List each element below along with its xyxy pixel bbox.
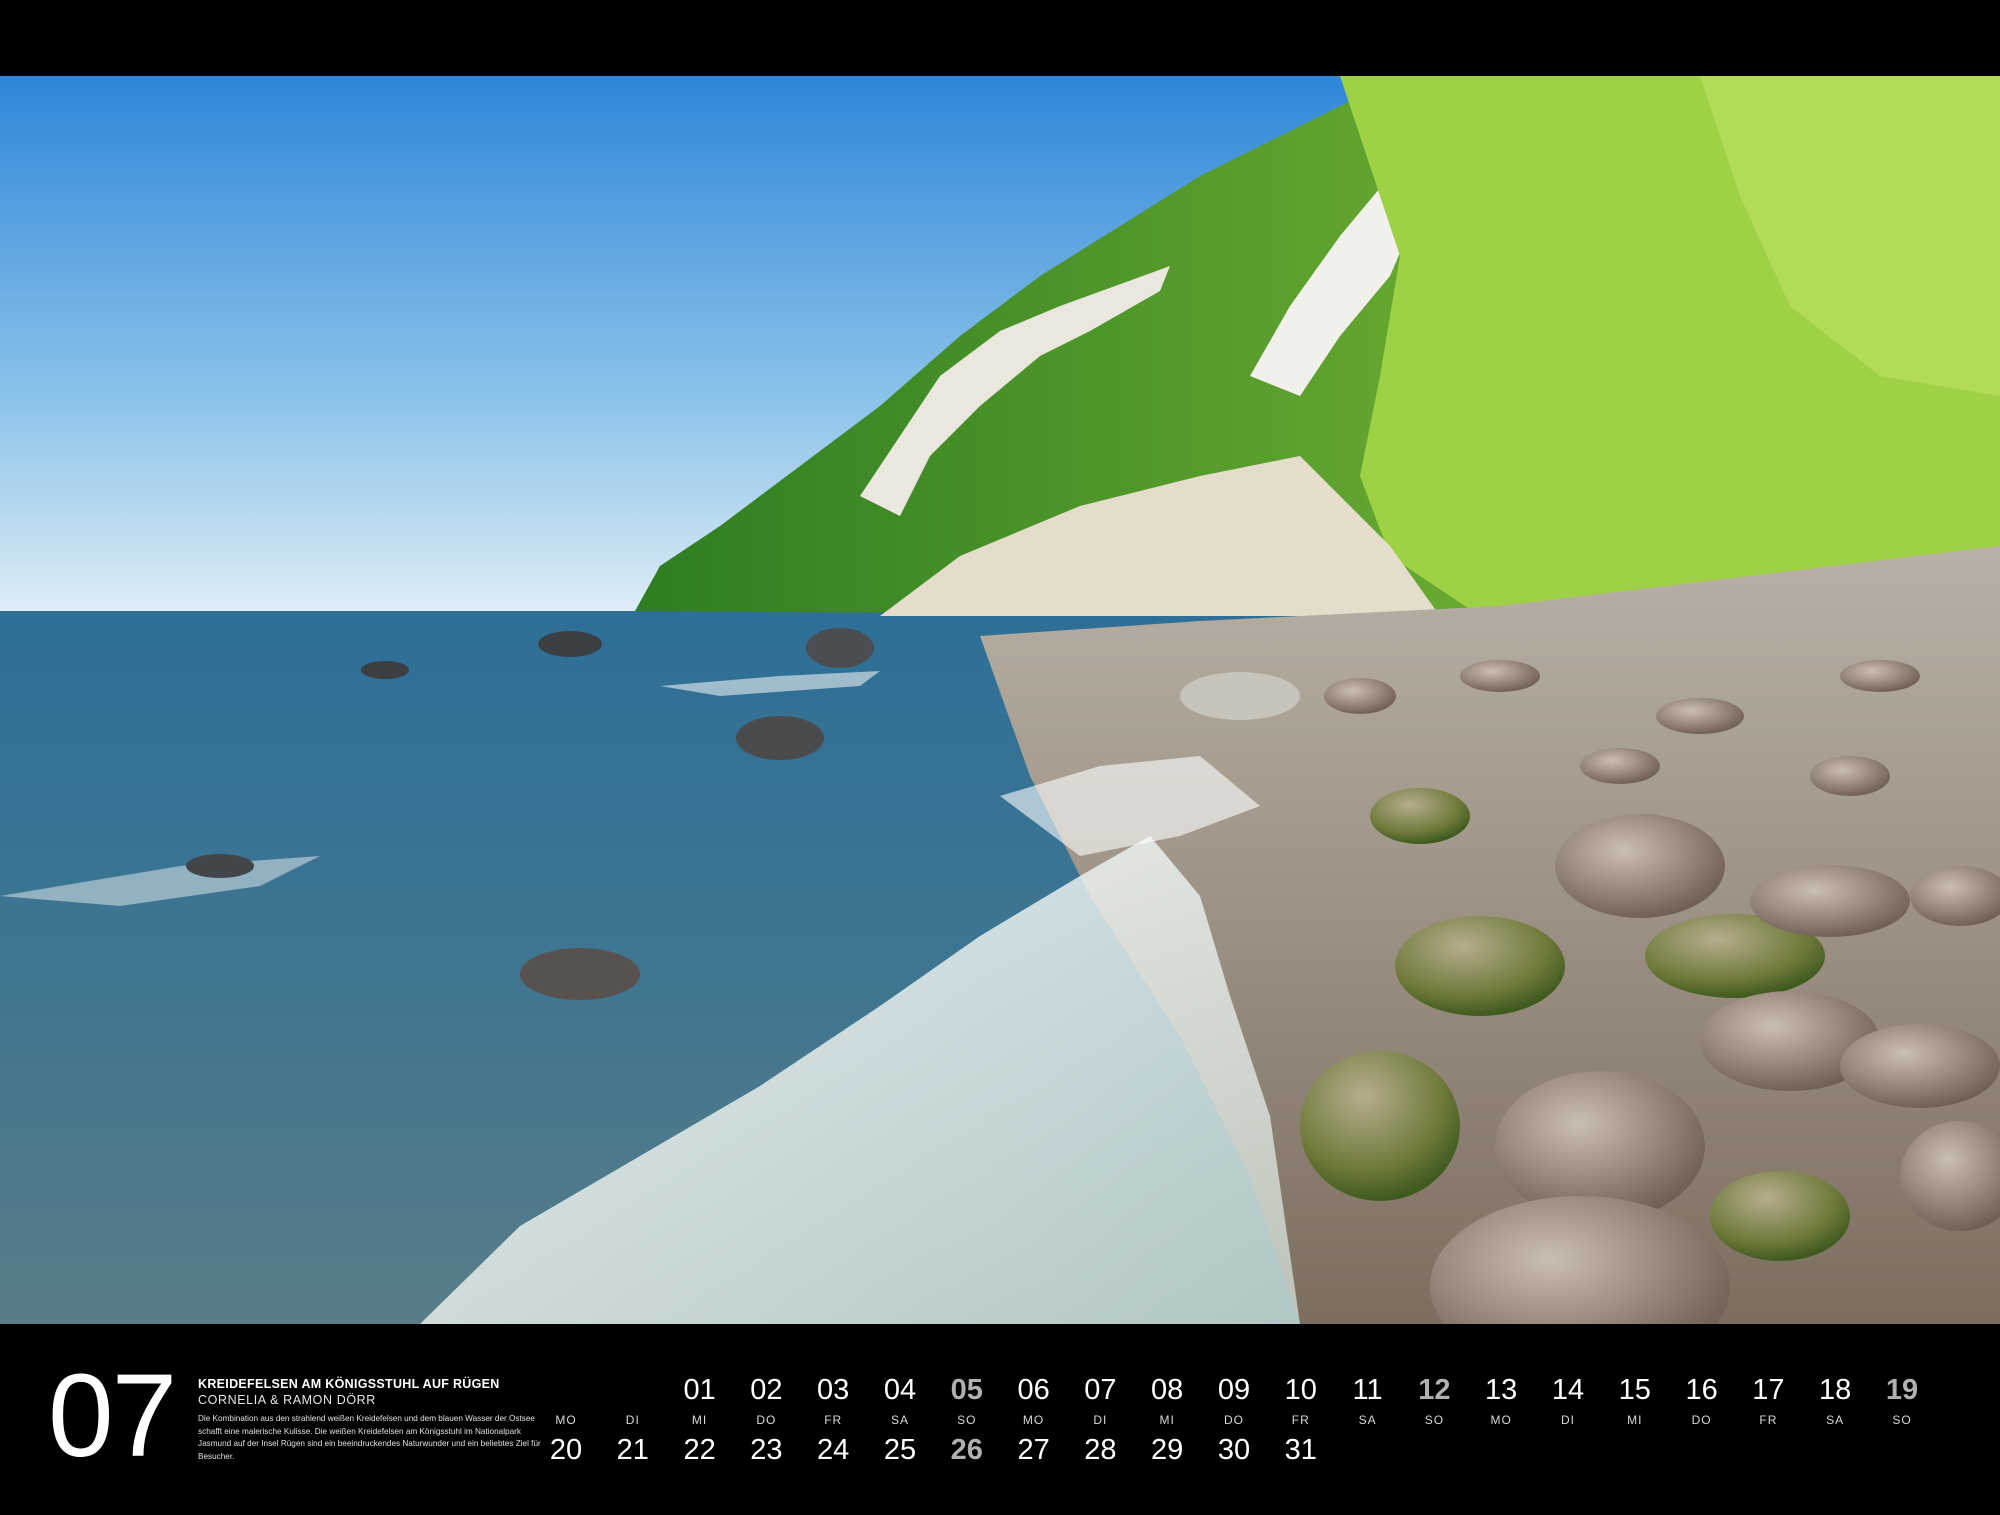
photo-caption: KREIDEFELSEN AM KÖNIGSSTUHL AUF RÜGEN CO… — [198, 1377, 543, 1464]
calendar-day: 27 — [1004, 1436, 1064, 1465]
weekday-label: MO — [1490, 1413, 1512, 1427]
calendar-day: 02 — [736, 1376, 796, 1405]
day-number: 11 — [1352, 1374, 1383, 1406]
day-number: 31 — [1284, 1434, 1317, 1466]
weekday-label: DO — [1691, 1413, 1712, 1427]
day-number: 27 — [1017, 1434, 1050, 1466]
day-number: 08 — [1151, 1374, 1184, 1406]
calendar-day: 08 — [1137, 1376, 1197, 1405]
day-number: 19 — [1885, 1374, 1919, 1406]
calendar-day: 21 — [603, 1436, 663, 1465]
photo-title: KREIDEFELSEN AM KÖNIGSSTUHL AUF RÜGEN — [198, 1377, 500, 1391]
weekday-label: DO — [756, 1413, 777, 1427]
day-number: 01 — [683, 1374, 716, 1406]
day-number: 25 — [883, 1434, 917, 1466]
weekday-label: SA — [890, 1413, 909, 1427]
calendar-day: 15 — [1605, 1376, 1665, 1405]
day-number: 20 — [549, 1434, 583, 1466]
calendar-day: 30 — [1204, 1436, 1264, 1465]
calendar-day: 07 — [1070, 1376, 1130, 1405]
weekday-label: SA — [1826, 1413, 1845, 1427]
calendar-day: 03 — [803, 1376, 863, 1405]
weekday-label: SA — [1358, 1413, 1377, 1427]
calendar-day: 29 — [1137, 1436, 1197, 1465]
calendar-day: 17 — [1738, 1376, 1798, 1405]
day-number: 22 — [683, 1434, 716, 1466]
day-number: 17 — [1752, 1374, 1785, 1406]
weekday-label: FR — [824, 1413, 843, 1427]
calendar-day: 28 — [1070, 1436, 1130, 1465]
calendar-day: 14 — [1538, 1376, 1598, 1405]
weekday-label: MO — [555, 1413, 577, 1427]
day-number: 09 — [1217, 1374, 1251, 1406]
weekday-label: MO — [1022, 1413, 1045, 1427]
day-number: 02 — [750, 1374, 783, 1406]
weekday-label: FR — [1291, 1413, 1310, 1427]
day-number: 23 — [750, 1434, 783, 1466]
calendar-day: 24 — [803, 1436, 863, 1465]
calendar-day: 26 — [937, 1436, 997, 1465]
month-number: 07 — [48, 1350, 177, 1482]
calendar-day: 06 — [1004, 1376, 1064, 1405]
calendar-day: 22 — [670, 1436, 730, 1465]
day-number: 12 — [1418, 1374, 1451, 1406]
weekday-label: DI — [1561, 1413, 1575, 1427]
weekday-label: SO — [1424, 1413, 1445, 1427]
calendar-day: 04 — [870, 1376, 930, 1405]
landscape-photo — [0, 76, 2000, 1324]
calendar-day: 31 — [1271, 1436, 1331, 1465]
calendar-day: 23 — [736, 1436, 796, 1465]
day-number: 29 — [1151, 1434, 1184, 1466]
calendar-day: 11 — [1338, 1376, 1398, 1405]
calendar-day: 16 — [1672, 1376, 1732, 1405]
calendar-day: 10 — [1271, 1376, 1331, 1405]
day-number: 21 — [616, 1434, 649, 1466]
calendar-day: 12 — [1404, 1376, 1464, 1405]
day-number: 10 — [1284, 1374, 1317, 1406]
day-number: 07 — [1084, 1374, 1117, 1406]
chalk-cliffs-coast-image — [0, 76, 2000, 1324]
day-number: 16 — [1685, 1374, 1718, 1406]
calendar-day: 20 — [536, 1436, 596, 1465]
weekday-label: SO — [957, 1413, 977, 1427]
calendar-day: 05 — [937, 1376, 997, 1405]
top-black-band — [0, 0, 2000, 76]
day-number: 26 — [950, 1434, 983, 1466]
calendar-day: 25 — [870, 1436, 930, 1465]
weekday-label: FR — [1759, 1413, 1778, 1427]
weekday-label: MI — [691, 1413, 708, 1427]
day-number: 14 — [1551, 1374, 1585, 1406]
day-number: 05 — [950, 1374, 983, 1406]
calendar-day: 18 — [1805, 1376, 1865, 1405]
calendar-day: 13 — [1471, 1376, 1531, 1405]
day-number: 03 — [817, 1374, 850, 1406]
weekday-label: DI — [625, 1413, 640, 1427]
calendar-day: 09 — [1204, 1376, 1264, 1405]
weekday-label: MI — [1159, 1413, 1175, 1427]
weekday-label: DI — [1093, 1413, 1108, 1427]
day-number: 15 — [1618, 1374, 1651, 1406]
weekday-label: MI — [1627, 1413, 1643, 1427]
photographer-credit: CORNELIA & RAMON DÖRR — [198, 1393, 376, 1407]
weekday-label: SO — [1892, 1413, 1912, 1427]
day-number: 24 — [817, 1434, 850, 1466]
day-number: 28 — [1084, 1434, 1117, 1466]
calendar-day: 19 — [1872, 1376, 1932, 1405]
weekday-label: DO — [1224, 1413, 1244, 1427]
photo-description: Die Kombination aus den strahlend weißen… — [198, 1414, 541, 1462]
day-number: 04 — [883, 1374, 917, 1406]
day-number: 18 — [1819, 1374, 1852, 1406]
calendar-day: 01 — [670, 1376, 730, 1405]
day-number: 06 — [1017, 1374, 1050, 1406]
day-number: 13 — [1485, 1374, 1518, 1406]
day-number: 30 — [1217, 1434, 1251, 1466]
